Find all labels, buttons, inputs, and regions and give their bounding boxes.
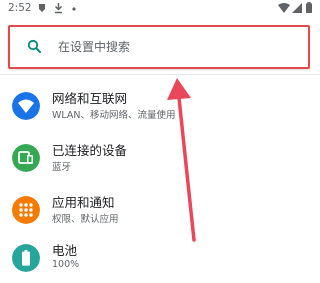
download-icon	[54, 3, 63, 14]
settings-item-title: 应用和通知	[52, 195, 115, 210]
settings-item-title: 网络和互联网	[52, 91, 128, 106]
settings-item-battery[interactable]: 电池 100%	[0, 236, 320, 283]
status-bar: 2:52	[0, 0, 320, 18]
status-time: 2:52	[8, 2, 32, 14]
divider	[0, 74, 320, 75]
settings-item-title: 电池	[52, 243, 78, 258]
settings-item-subtitle: WLAN、移动网络、流量使用	[52, 110, 176, 121]
wifi-icon	[278, 3, 290, 13]
apps-icon	[12, 196, 40, 224]
signal-icon	[292, 3, 302, 13]
search-placeholder: 在设置中搜索	[58, 40, 131, 54]
settings-item-title: 已连接的设备	[52, 143, 128, 158]
settings-item-subtitle: 100%	[52, 259, 80, 270]
wifi-icon	[12, 92, 40, 120]
settings-item-network[interactable]: 网络和互联网 WLAN、移动网络、流量使用	[0, 84, 320, 132]
battery-icon	[306, 2, 312, 13]
settings-item-apps-notifications[interactable]: 应用和通知 权限、默认应用	[0, 188, 320, 236]
battery-icon	[12, 244, 40, 272]
notification-icon	[39, 4, 45, 12]
dot-icon	[72, 7, 76, 11]
settings-screen: 2:52 在设置中搜索 网络和互联网 WLAN、移动网络、流量使用 已连接的设备…	[0, 0, 320, 283]
settings-item-subtitle: 权限、默认应用	[52, 214, 119, 225]
search-bar[interactable]: 在设置中搜索	[8, 25, 310, 69]
settings-item-connected-devices[interactable]: 已连接的设备 蓝牙	[0, 136, 320, 184]
search-area: 在设置中搜索	[0, 18, 320, 74]
devices-icon	[12, 144, 40, 172]
settings-item-subtitle: 蓝牙	[52, 162, 72, 173]
search-icon	[27, 39, 41, 53]
